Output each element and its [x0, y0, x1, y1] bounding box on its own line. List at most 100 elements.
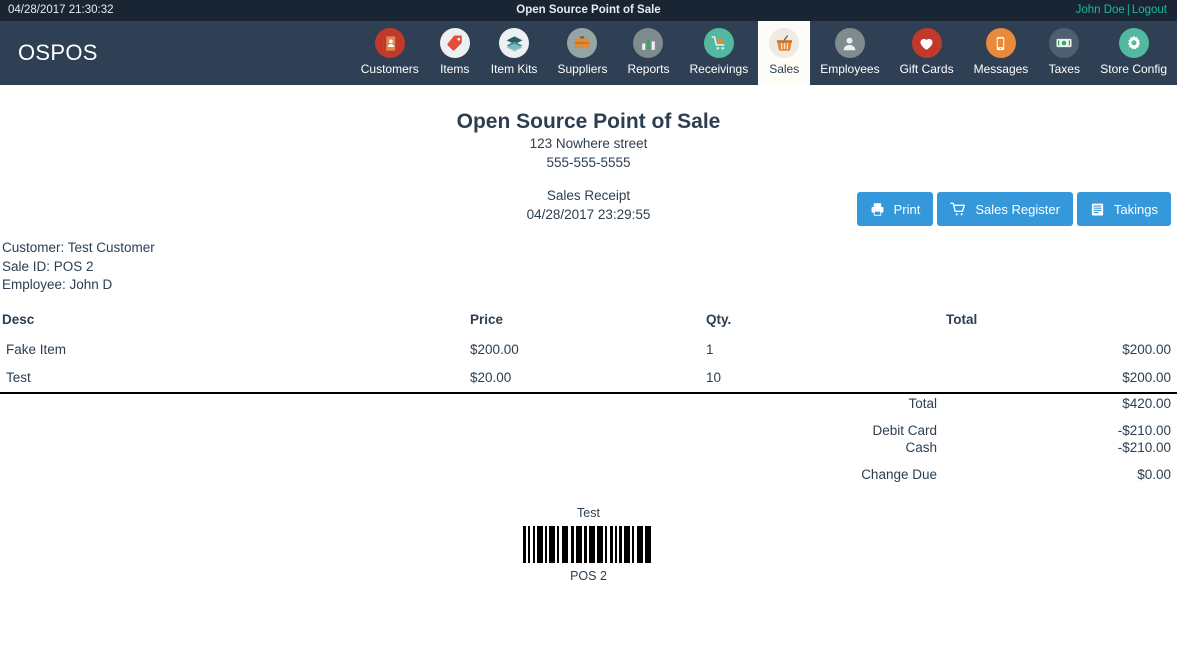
- column-header-qty: Qty.: [706, 311, 732, 327]
- phone-icon: [985, 28, 1016, 58]
- summary-row: Total $420.00: [0, 394, 1177, 411]
- nav-item-sales[interactable]: Sales: [758, 21, 811, 85]
- receipt-action-buttons: Print Sales Register Takings: [856, 192, 1171, 226]
- logout-link[interactable]: Logout: [1132, 4, 1167, 16]
- session-separator: |: [1126, 4, 1130, 16]
- item-total-cell: $200.00: [1122, 341, 1171, 357]
- nav-items-container: Customers Items Item Kits Suppliers Reports R…: [351, 21, 1177, 85]
- action-button-label: Takings: [1113, 201, 1158, 217]
- receipt-barcode-section: Test POS 2: [0, 505, 1177, 584]
- nav-item-label: Sales: [769, 62, 800, 76]
- summary-row: Cash -$210.00: [0, 438, 1177, 455]
- barcode-bar: [651, 526, 654, 563]
- action-button-label: Sales Register: [975, 201, 1060, 217]
- items-table-head: Desc Price Qty. Total: [0, 312, 1177, 336]
- item-desc-cell: Fake Item: [6, 341, 67, 357]
- summary-value: -$210.00: [1117, 439, 1171, 455]
- cart-icon: [950, 201, 966, 217]
- item-total-cell: $200.00: [1122, 369, 1171, 385]
- item-qty-cell: 10: [706, 369, 722, 385]
- nav-item-gift-cards[interactable]: Gift Cards: [890, 21, 964, 85]
- top-utility-bar: 04/28/2017 21:30:32 Open Source Point of…: [0, 0, 1177, 21]
- receipt-store-name: Open Source Point of Sale: [456, 110, 721, 133]
- receipt-meta-line: Sale ID: POS 2: [2, 258, 94, 274]
- nav-item-label: Messages: [973, 62, 1029, 76]
- summary-value: -$210.00: [1117, 422, 1171, 438]
- customers-icon: [374, 28, 405, 58]
- nav-item-employees[interactable]: Employees: [810, 21, 889, 85]
- column-header-total: Total: [946, 311, 978, 327]
- table-row: Test $20.00 10 $200.00: [0, 364, 1177, 392]
- summary-table-body: Total $420.00 Debit Card -$210.00 Cash -$210.…: [0, 394, 1177, 482]
- items-tag-icon: [439, 28, 470, 58]
- receipt-meta-line: Customer: Test Customer: [2, 240, 155, 255]
- item-qty-cell: 1: [706, 341, 714, 357]
- receivings-icon: [703, 28, 734, 58]
- nav-item-suppliers[interactable]: Suppliers: [547, 21, 617, 85]
- brand-logo[interactable]: OSPOS: [18, 21, 98, 85]
- nav-item-receivings[interactable]: Receivings: [680, 21, 759, 85]
- column-header-price: Price: [470, 311, 504, 327]
- summary-label: Cash: [905, 439, 937, 455]
- barcode-image: [523, 525, 654, 563]
- nav-item-messages[interactable]: Messages: [964, 21, 1039, 85]
- barcode-label: Test: [577, 505, 600, 520]
- receipt-header-spacer: [0, 172, 1177, 187]
- barcode-code-text: POS 2: [570, 568, 607, 583]
- bar-chart-icon: [633, 28, 664, 58]
- nav-item-taxes[interactable]: Taxes: [1038, 21, 1090, 85]
- item-kits-icon: [499, 28, 530, 58]
- page-content: Print Sales Register Takings Open Source P…: [0, 85, 1177, 584]
- app-title: Open Source Point of Sale: [516, 4, 661, 16]
- nav-item-label: Customers: [360, 62, 419, 76]
- summary-value: $0.00: [1137, 466, 1171, 482]
- receipt-summary-table: Total $420.00 Debit Card -$210.00 Cash -$210.…: [0, 394, 1177, 482]
- summary-label: Change Due: [861, 466, 937, 482]
- nav-item-item-kits[interactable]: Item Kits: [481, 21, 548, 85]
- items-table-body: Fake Item $200.00 1 $200.00 Test $20.00 10 $200…: [0, 336, 1177, 392]
- nav-item-label: Item Kits: [490, 62, 538, 76]
- money-icon: [1049, 28, 1080, 58]
- receipt-store-phone: 555-555-5555: [546, 154, 631, 170]
- table-row: Fake Item $200.00 1 $200.00: [0, 336, 1177, 364]
- employee-icon: [834, 28, 865, 58]
- nav-item-label: Items: [440, 62, 470, 76]
- main-navigation-bar: OSPOS Customers Items Item Kits Suppliers Re…: [0, 21, 1177, 85]
- nav-item-items[interactable]: Items: [429, 21, 481, 85]
- receipt-meta-line: Employee: John D: [2, 277, 113, 292]
- summary-value: $420.00: [1122, 395, 1171, 411]
- list-icon: [1090, 202, 1105, 217]
- nav-item-label: Suppliers: [557, 62, 608, 76]
- action-button-label: Print: [893, 201, 921, 217]
- item-desc-cell: Test: [6, 369, 31, 385]
- takings-button[interactable]: Takings: [1076, 192, 1171, 226]
- item-price-cell: $20.00: [470, 369, 512, 385]
- summary-row: Change Due $0.00: [0, 455, 1177, 482]
- heart-icon: [911, 28, 942, 58]
- printer-icon: [870, 202, 885, 217]
- briefcase-icon: [567, 28, 598, 58]
- nav-item-label: Taxes: [1048, 62, 1080, 76]
- summary-label: Debit Card: [872, 422, 937, 438]
- user-name-link[interactable]: John Doe: [1076, 4, 1125, 16]
- column-header-desc: Desc: [2, 311, 35, 327]
- gear-icon: [1118, 28, 1149, 58]
- user-session-area: John Doe | Logout: [1076, 0, 1167, 21]
- item-price-cell: $200.00: [470, 341, 519, 357]
- nav-item-label: Receivings: [689, 62, 749, 76]
- sales-register-button[interactable]: Sales Register: [937, 192, 1073, 226]
- summary-row: Debit Card -$210.00: [0, 411, 1177, 438]
- print-button[interactable]: Print: [856, 192, 934, 226]
- receipt-store-address: 123 Nowhere street: [529, 136, 648, 151]
- receipt-items-table: Desc Price Qty. Total Fake Item $200.00 1 $…: [0, 312, 1177, 392]
- nav-item-reports[interactable]: Reports: [617, 21, 679, 85]
- summary-label: Total: [908, 395, 937, 411]
- receipt-meta-block: Customer: Test Customer Sale ID: POS 2 Emp…: [0, 239, 1177, 295]
- nav-item-store-config[interactable]: Store Config: [1090, 21, 1177, 85]
- items-header-row: Desc Price Qty. Total: [0, 312, 1177, 336]
- nav-item-label: Employees: [820, 62, 880, 76]
- nav-item-label: Store Config: [1100, 62, 1167, 76]
- nav-item-label: Reports: [627, 62, 670, 76]
- nav-item-customers[interactable]: Customers: [351, 21, 429, 85]
- sales-basket-icon: [769, 28, 800, 58]
